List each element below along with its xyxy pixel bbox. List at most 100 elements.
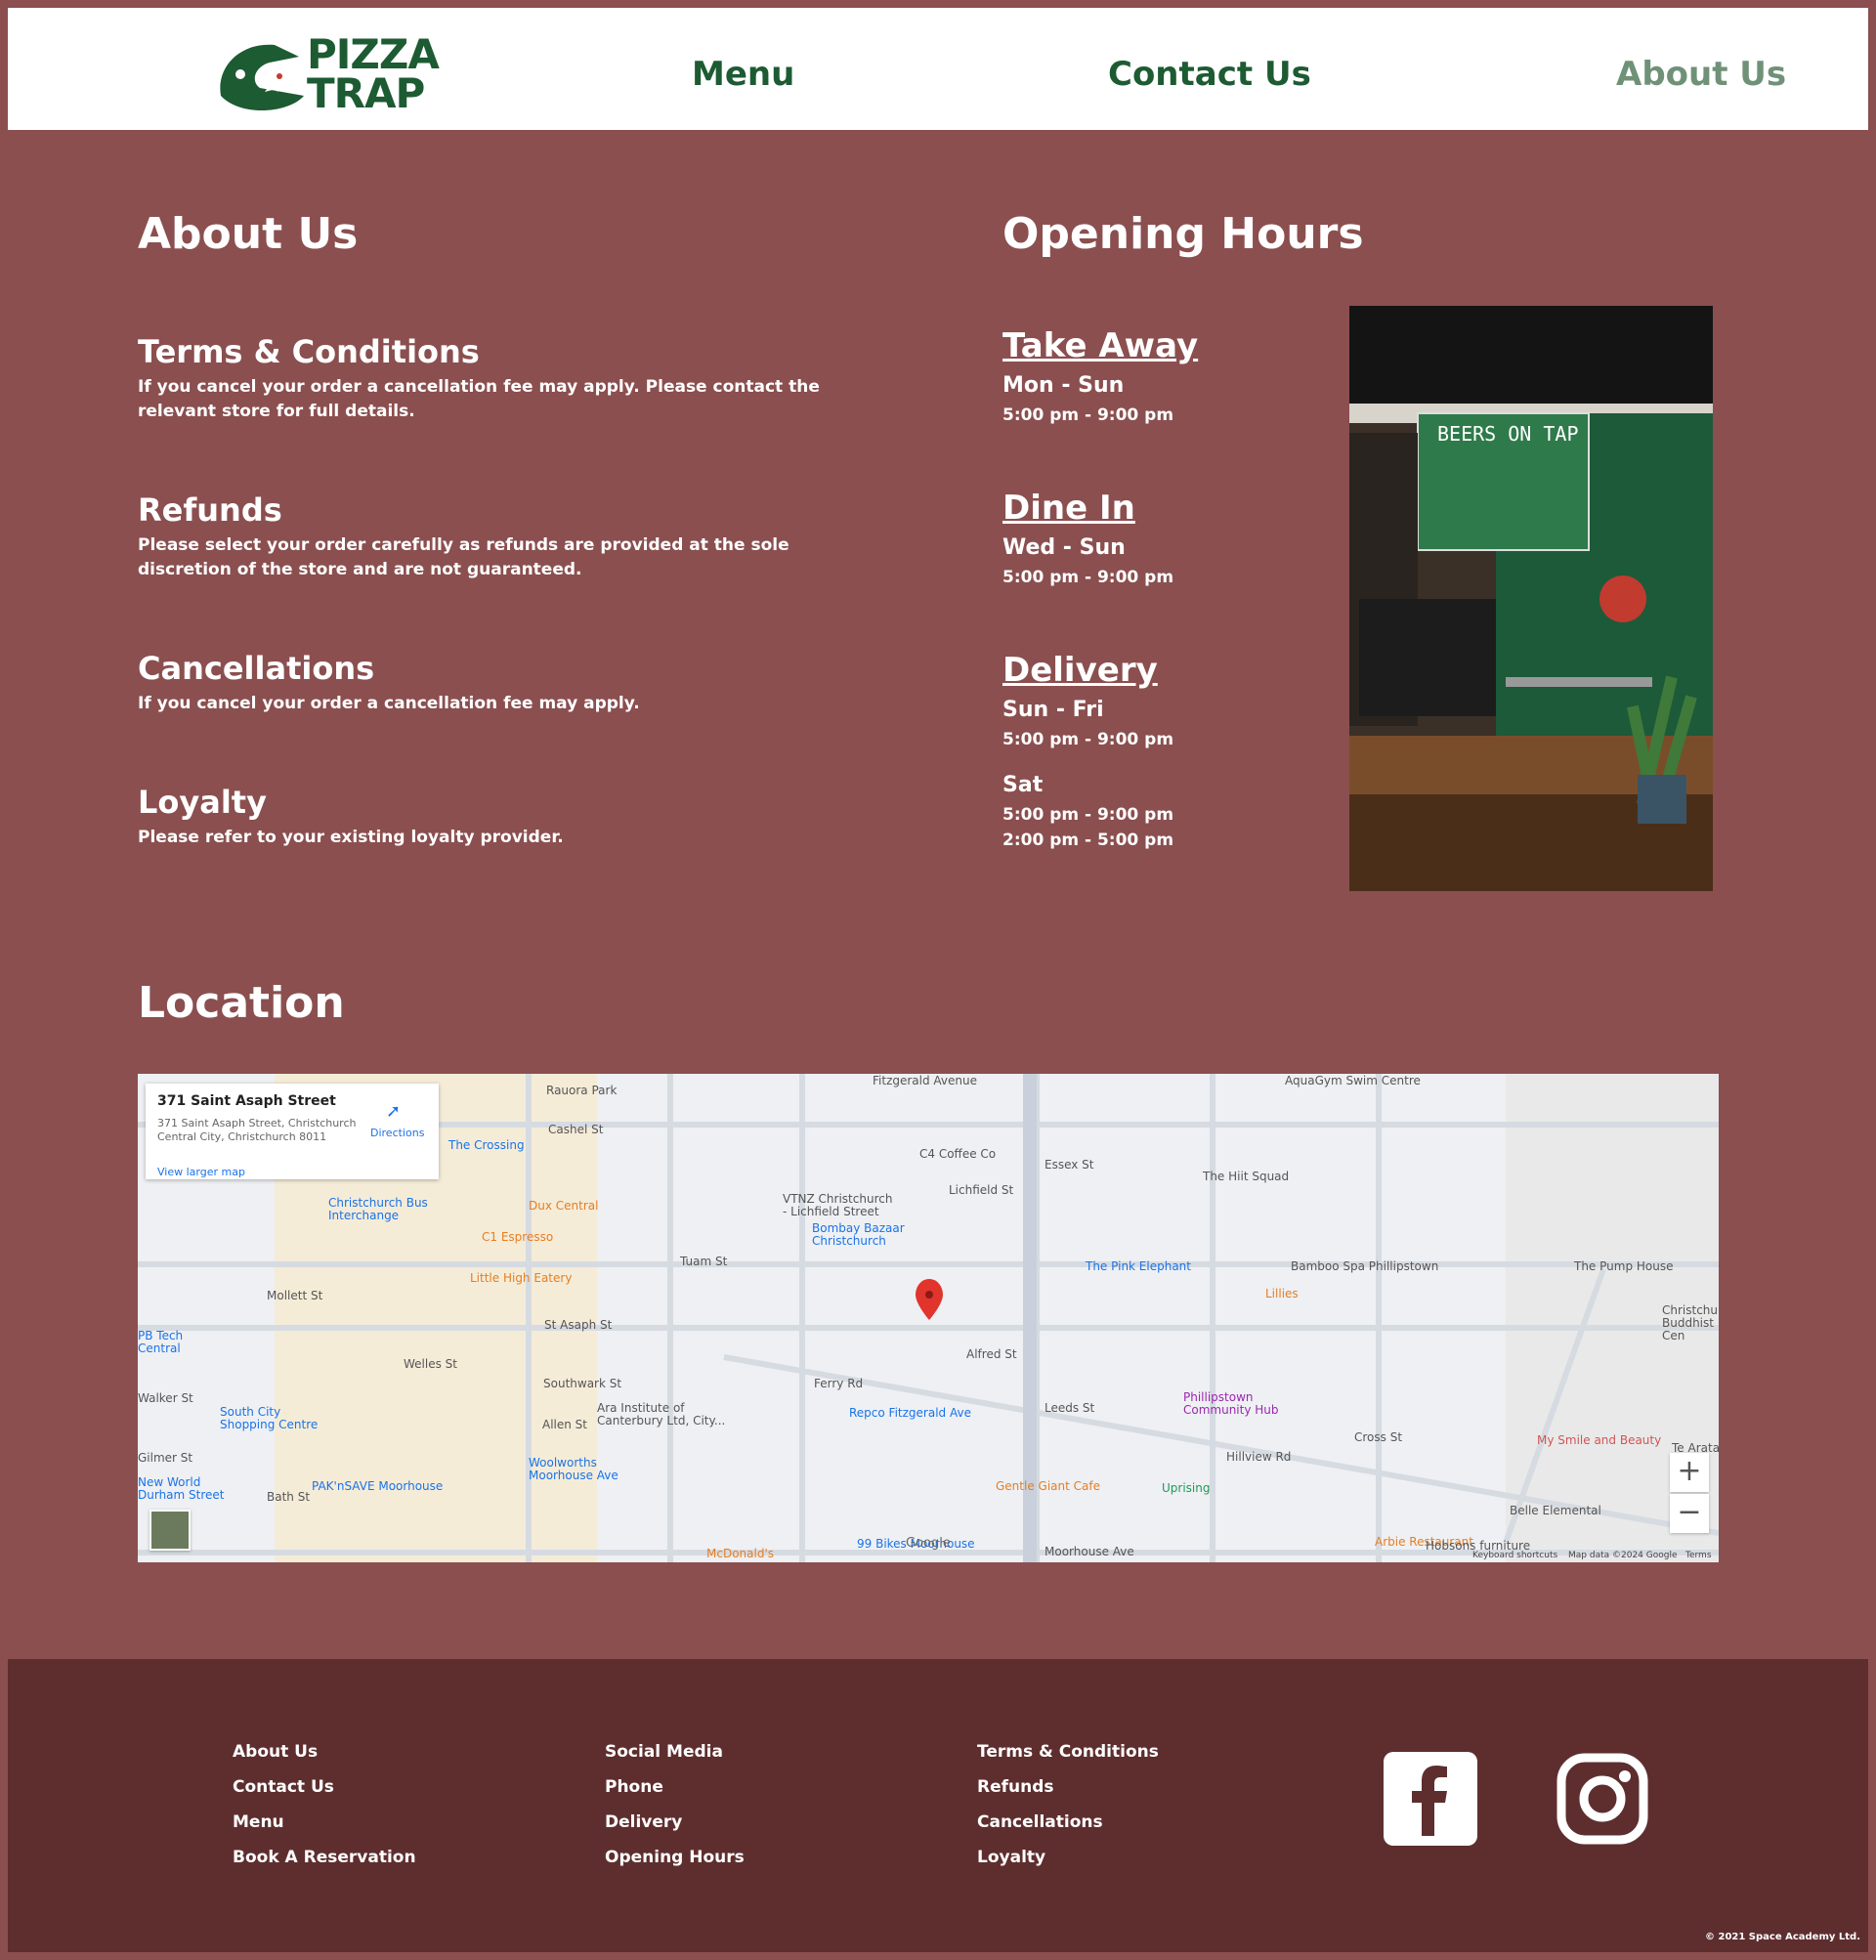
footer-link-social-media[interactable]: Social Media: [605, 1742, 723, 1762]
refunds-text: Please select your order carefully as re…: [138, 535, 789, 579]
map-label: Phillipstown Community Hub: [1183, 1390, 1279, 1417]
google-logo: Google: [906, 1536, 951, 1551]
opening-hours-title: Opening Hours: [1002, 209, 1364, 259]
map-label: Mollett St: [267, 1289, 323, 1302]
footer-link-loyalty[interactable]: Loyalty: [977, 1848, 1045, 1867]
map-label: The Pink Elephant: [1086, 1259, 1191, 1273]
dinein-time: 5:00 pm - 9:00 pm: [1002, 568, 1174, 587]
footer-link-delivery[interactable]: Delivery: [605, 1812, 682, 1832]
location-map[interactable]: Rauora Park Cashel St Fitzgerald Avenue …: [138, 1074, 1719, 1562]
instagram-icon[interactable]: [1556, 1752, 1649, 1846]
map-card-address: 371 Saint Asaph Street, Christchurch Cen…: [157, 1117, 357, 1143]
map-label: Woolworths Moorhouse Ave: [529, 1456, 618, 1482]
terms-title: Terms & Conditions: [138, 333, 480, 370]
directions-link[interactable]: Directions: [370, 1127, 424, 1139]
takeaway-title: Take Away: [1002, 326, 1199, 365]
dinein-days: Wed - Sun: [1002, 535, 1126, 560]
map-label: Allen St: [542, 1418, 588, 1431]
map-label: The Crossing: [448, 1138, 525, 1152]
map-label: New World Durham Street: [138, 1475, 225, 1502]
map-label: Leeds St: [1045, 1401, 1095, 1415]
footer-link-menu[interactable]: Menu: [233, 1812, 284, 1832]
map-label: Tuam St: [680, 1255, 728, 1268]
map-label: Lillies: [1265, 1287, 1299, 1300]
map-label: Walker St: [138, 1391, 193, 1405]
map-label: C1 Espresso: [482, 1230, 554, 1244]
crocodile-icon: [220, 44, 304, 111]
map-label: Repco Fitzgerald Ave: [849, 1406, 971, 1420]
nav-about-us[interactable]: About Us: [1616, 55, 1786, 94]
zoom-out-button[interactable]: −: [1670, 1494, 1709, 1533]
takeaway-days: Mon - Sun: [1002, 373, 1125, 398]
map-label: AquaGym Swim Centre: [1285, 1074, 1421, 1087]
loyalty-title: Loyalty: [138, 784, 267, 821]
view-larger-map-link[interactable]: View larger map: [157, 1166, 245, 1178]
map-label: Cashel St: [548, 1123, 604, 1136]
delivery-time: 5:00 pm - 9:00 pm: [1002, 730, 1174, 749]
footer-link-contact-us[interactable]: Contact Us: [233, 1777, 334, 1797]
takeaway-time: 5:00 pm - 9:00 pm: [1002, 405, 1174, 425]
copyright-text: © 2021 Space Academy Ltd.: [1705, 1932, 1860, 1942]
map-label: Ara Institute of Canterbury Ltd, City...: [597, 1401, 726, 1427]
map-label: Belle Elemental: [1510, 1504, 1601, 1517]
facebook-icon[interactable]: [1384, 1752, 1477, 1846]
map-label: Uprising: [1162, 1481, 1211, 1495]
map-label: The Pump House: [1574, 1259, 1674, 1273]
map-label: Rauora Park: [546, 1084, 618, 1097]
map-label: Little High Eatery: [470, 1271, 573, 1285]
map-data-text: Map data ©2024 Google: [1568, 1551, 1678, 1560]
bar-photo: BEERS ON TAP: [1349, 306, 1713, 891]
footer-link-about-us[interactable]: About Us: [233, 1742, 318, 1762]
map-label: Christchurch Buddhist Cen: [1662, 1303, 1719, 1342]
zoom-in-button[interactable]: +: [1670, 1453, 1709, 1492]
map-card-title: 371 Saint Asaph Street: [157, 1093, 336, 1109]
footer-link-phone[interactable]: Phone: [605, 1777, 663, 1797]
beers-on-tap-text: BEERS ON TAP: [1437, 422, 1579, 446]
nav-menu[interactable]: Menu: [692, 55, 794, 94]
map-label: Gentle Giant Cafe: [996, 1479, 1100, 1493]
map-label: Bamboo Spa Phillipstown: [1291, 1259, 1439, 1273]
map-label: PAK'nSAVE Moorhouse: [312, 1479, 444, 1493]
refunds-title: Refunds: [138, 491, 282, 529]
delivery-sat-day: Sat: [1002, 773, 1044, 797]
map-label: Southwark St: [543, 1377, 622, 1390]
map-label: Bombay Bazaar Christchurch: [812, 1221, 905, 1248]
directions-icon[interactable]: ➚: [386, 1101, 401, 1122]
map-label: Essex St: [1045, 1158, 1094, 1172]
map-label: Welles St: [404, 1357, 457, 1371]
satellite-toggle[interactable]: [149, 1510, 191, 1551]
map-label: Alfred St: [966, 1347, 1017, 1361]
footer-link-terms[interactable]: Terms & Conditions: [977, 1742, 1159, 1762]
map-label: McDonald's: [706, 1547, 774, 1560]
site-footer: About Us Contact Us Menu Book A Reservat…: [8, 1659, 1868, 1952]
map-label: Moorhouse Ave: [1045, 1545, 1134, 1558]
map-label: Hillview Rd: [1226, 1450, 1292, 1464]
map-label: Bath St: [267, 1490, 311, 1504]
map-label: The Hiit Squad: [1203, 1170, 1290, 1183]
map-terms-link[interactable]: Terms: [1685, 1551, 1712, 1560]
site-header: PIZZA TRAP Menu Contact Us About Us: [8, 8, 1868, 130]
cancellations-title: Cancellations: [138, 650, 375, 687]
pizza-trap-logo[interactable]: PIZZA TRAP: [211, 27, 440, 121]
map-label: Christchurch Bus Interchange: [328, 1196, 428, 1222]
footer-link-refunds[interactable]: Refunds: [977, 1777, 1054, 1797]
nav-contact-us[interactable]: Contact Us: [1108, 55, 1311, 94]
map-label: C4 Coffee Co: [919, 1147, 997, 1161]
map-label: Cross St: [1354, 1430, 1403, 1444]
map-label: My Smile and Beauty: [1537, 1433, 1662, 1447]
map-label: Gilmer St: [138, 1451, 193, 1465]
dinein-title: Dine In: [1002, 489, 1135, 528]
logo-text: PIZZA TRAP: [307, 30, 440, 117]
footer-link-opening-hours[interactable]: Opening Hours: [605, 1848, 745, 1867]
terms-text: If you cancel your order a cancellation …: [138, 377, 820, 421]
delivery-days: Sun - Fri: [1002, 698, 1104, 722]
footer-link-book-reservation[interactable]: Book A Reservation: [233, 1848, 416, 1867]
location-title: Location: [138, 978, 345, 1028]
delivery-sat-time-2: 2:00 pm - 5:00 pm: [1002, 831, 1174, 850]
footer-link-cancellations[interactable]: Cancellations: [977, 1812, 1103, 1832]
map-label: South City Shopping Centre: [220, 1405, 319, 1431]
delivery-title: Delivery: [1002, 651, 1158, 690]
map-label: Ferry Rd: [814, 1377, 864, 1390]
keyboard-shortcuts-link[interactable]: Keyboard shortcuts: [1472, 1551, 1557, 1560]
cancellations-text: If you cancel your order a cancellation …: [138, 694, 640, 713]
